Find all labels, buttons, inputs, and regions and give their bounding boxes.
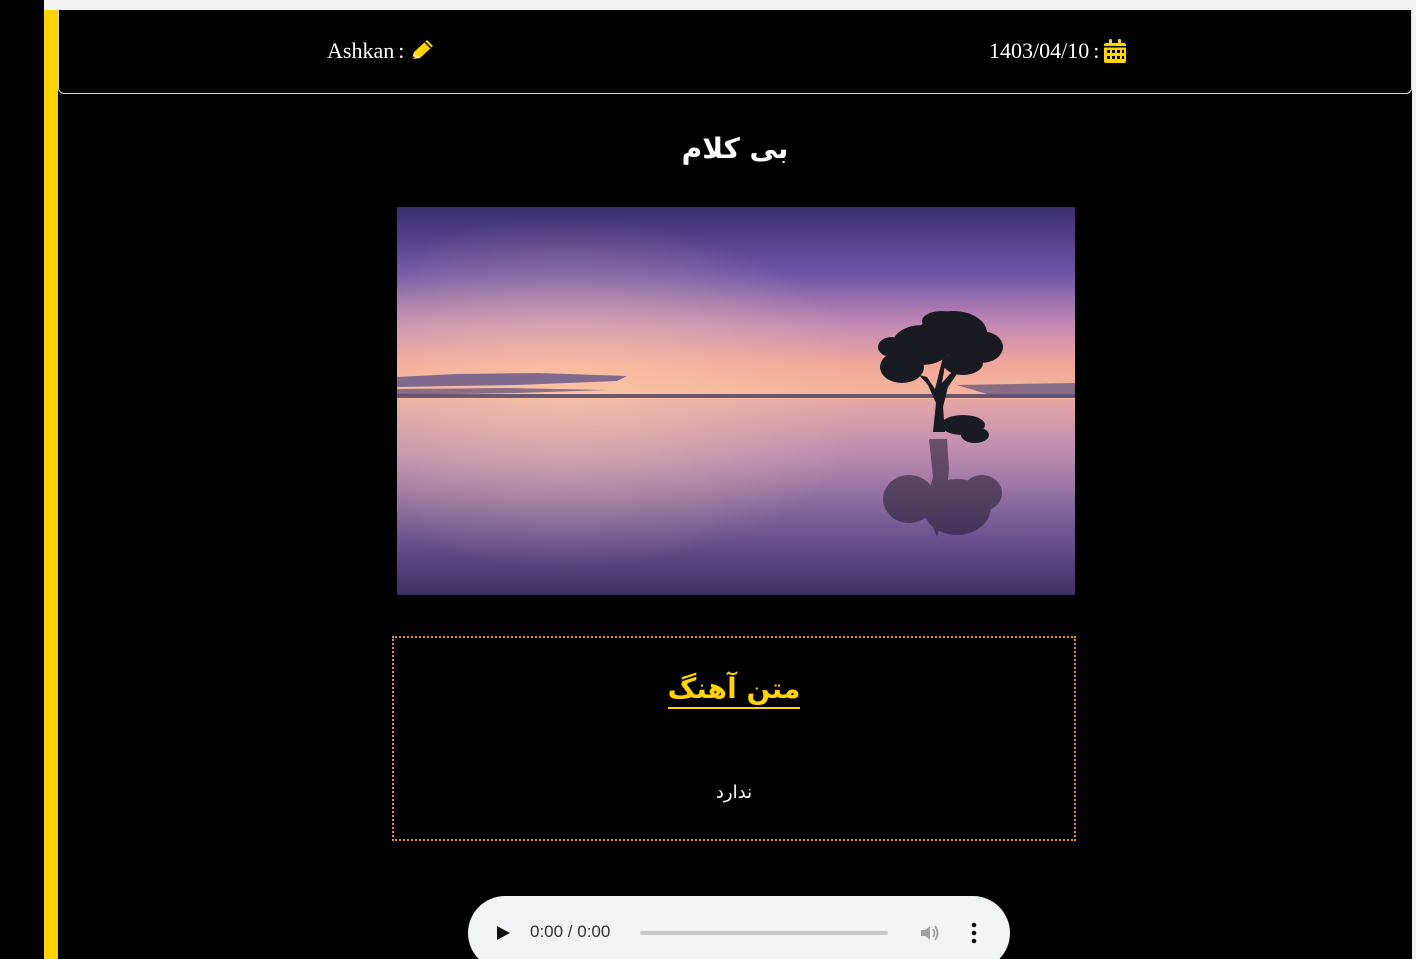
lyrics-heading-text: متن آهنگ [667, 672, 801, 709]
top-strip [44, 0, 1416, 10]
post-title: بی کلام [681, 132, 789, 165]
volume-icon[interactable] [918, 922, 942, 944]
left-margin [0, 0, 44, 959]
author-separator: : [398, 38, 405, 63]
post-page: Ashkan : 1403/04/10 : بی کلام متن آهنگ ن… [58, 10, 1412, 959]
accent-bar [44, 10, 58, 959]
play-icon[interactable] [494, 924, 512, 942]
author-name: Ashkan [327, 38, 395, 63]
date-separator: : [1093, 38, 1100, 63]
post-header: Ashkan : 1403/04/10 : [58, 10, 1412, 94]
lyrics-box: متن آهنگ ندارد [392, 636, 1076, 841]
lyrics-body: ندارد [715, 782, 753, 803]
time-display: 0:00 / 0:00 [530, 922, 611, 941]
cover-image [397, 207, 1075, 595]
progress-bar[interactable] [640, 931, 888, 935]
author-info: Ashkan : [327, 36, 436, 66]
right-strip [1412, 0, 1416, 959]
calendar-icon [1101, 37, 1129, 65]
pencil-icon [406, 37, 436, 65]
publish-date: 1403/04/10 : [989, 36, 1129, 66]
lyrics-heading: متن آهنگ [394, 672, 1074, 709]
audio-player[interactable]: 0:00 / 0:00 [468, 896, 1010, 959]
more-vertical-icon[interactable] [964, 920, 984, 946]
date-value: 1403/04/10 [989, 38, 1090, 63]
